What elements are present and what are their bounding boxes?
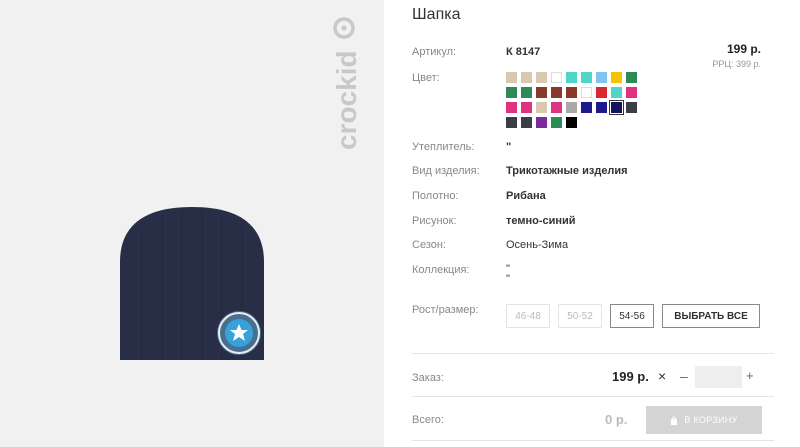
- color-swatch[interactable]: [566, 72, 577, 83]
- product-info: Шапка Артикул: К 8147 199 р. РРЦ: 399 р.…: [412, 0, 774, 447]
- color-swatch[interactable]: [626, 72, 637, 83]
- brand-logo-text: crockid: [331, 50, 362, 150]
- quantity-increase-button[interactable]: +: [746, 368, 754, 383]
- cart-bag-icon: [671, 416, 678, 425]
- divider: [412, 440, 774, 441]
- color-swatch[interactable]: [521, 117, 532, 128]
- divider: [412, 353, 774, 354]
- collection-value-line2: ": [506, 273, 510, 285]
- product-photo-panel: crockid: [0, 0, 384, 447]
- add-to-cart-button[interactable]: В КОРЗИНУ: [646, 406, 762, 434]
- color-swatch[interactable]: [551, 87, 562, 98]
- color-swatch[interactable]: [581, 102, 592, 113]
- color-swatch[interactable]: [536, 117, 547, 128]
- product-image-hat: [120, 207, 264, 360]
- season-label: Сезон:: [412, 239, 446, 251]
- color-swatch[interactable]: [506, 117, 517, 128]
- color-swatch[interactable]: [596, 87, 607, 98]
- color-swatch[interactable]: [551, 117, 562, 128]
- size-label: Рост/размер:: [412, 304, 479, 316]
- color-swatch[interactable]: [551, 102, 562, 113]
- size-option-50-52[interactable]: 50-52: [558, 304, 602, 328]
- article-value: К 8147: [506, 46, 541, 58]
- times-icon: ×: [658, 368, 667, 384]
- color-swatch[interactable]: [536, 72, 547, 83]
- brand-logo: crockid: [331, 17, 362, 150]
- season-value: Осень-Зима: [506, 239, 569, 251]
- color-swatch[interactable]: [551, 72, 562, 83]
- insulation-value: ": [506, 141, 512, 153]
- product-rrp: РРЦ: 399 р.: [712, 59, 761, 69]
- color-swatch[interactable]: [596, 72, 607, 83]
- color-swatch[interactable]: [536, 87, 547, 98]
- color-swatch[interactable]: [581, 72, 592, 83]
- color-swatch[interactable]: [521, 102, 532, 113]
- hat-badge-icon: [217, 311, 261, 355]
- color-swatch[interactable]: [626, 102, 637, 113]
- color-swatch[interactable]: [609, 100, 624, 115]
- product-price: 199 р.: [726, 42, 761, 56]
- collection-label: Коллекция:: [412, 264, 470, 276]
- color-swatch[interactable]: [506, 102, 517, 113]
- article-label: Артикул:: [412, 46, 457, 58]
- color-swatch[interactable]: [626, 87, 637, 98]
- size-option-54-56[interactable]: 54-56: [610, 304, 654, 328]
- color-swatch[interactable]: [581, 87, 592, 98]
- color-swatch[interactable]: [596, 102, 607, 113]
- logo-mark-icon: [333, 17, 355, 39]
- fabric-value: Рибана: [506, 190, 546, 202]
- color-label: Цвет:: [412, 72, 440, 84]
- insulation-label: Утеплитель:: [412, 141, 475, 153]
- quantity-decrease-button[interactable]: –: [680, 368, 688, 384]
- quantity-input[interactable]: [695, 366, 742, 388]
- color-swatch[interactable]: [506, 87, 517, 98]
- pattern-label: Рисунок:: [412, 215, 457, 227]
- type-value: Трикотажные изделия: [506, 165, 628, 177]
- color-swatch[interactable]: [521, 72, 532, 83]
- page-title: Шапка: [412, 6, 461, 23]
- pattern-value: темно-синий: [506, 215, 576, 227]
- total-amount: 0 р.: [605, 412, 628, 427]
- color-swatch[interactable]: [611, 87, 622, 98]
- color-swatch[interactable]: [506, 72, 517, 83]
- select-all-button[interactable]: ВЫБРАТЬ ВСЕ: [662, 304, 760, 328]
- fabric-label: Полотно:: [412, 190, 459, 202]
- color-swatch[interactable]: [566, 87, 577, 98]
- color-swatches: [506, 72, 646, 128]
- color-swatch[interactable]: [521, 87, 532, 98]
- total-label: Всего:: [412, 414, 444, 426]
- color-swatch[interactable]: [536, 102, 547, 113]
- size-option-46-48[interactable]: 46-48: [506, 304, 550, 328]
- type-label: Вид изделия:: [412, 165, 480, 177]
- add-to-cart-label: В КОРЗИНУ: [684, 415, 738, 425]
- order-unit-price: 199 р.: [612, 369, 649, 384]
- color-swatch[interactable]: [566, 102, 577, 113]
- color-swatch[interactable]: [566, 117, 577, 128]
- divider: [412, 396, 774, 397]
- order-label: Заказ:: [412, 372, 444, 384]
- color-swatch[interactable]: [611, 72, 622, 83]
